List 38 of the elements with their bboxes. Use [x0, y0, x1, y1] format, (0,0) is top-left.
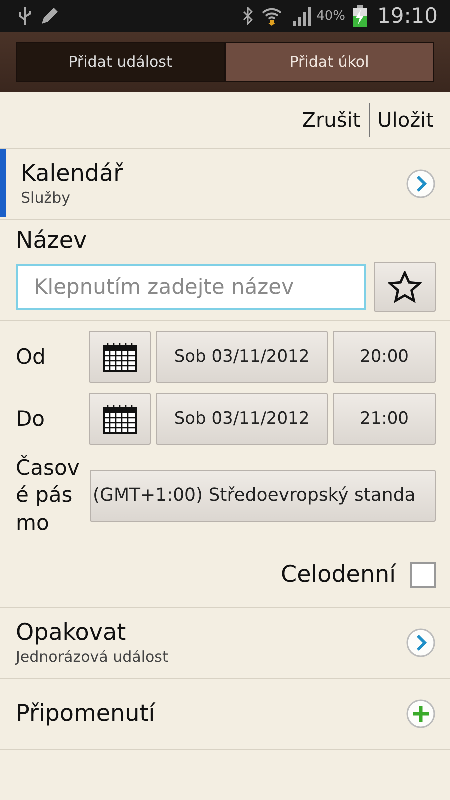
action-button[interactable]: Zrušit [294, 108, 369, 132]
calendar-icon [103, 342, 137, 372]
all-day-checkbox[interactable] [410, 562, 436, 588]
chevron-right-icon[interactable] [406, 169, 436, 199]
time-label: Od [16, 345, 47, 369]
calendar-label: Kalendář [21, 161, 124, 187]
favorite-button[interactable] [374, 262, 436, 312]
battery-charging-icon [353, 5, 368, 27]
time-label: Do [16, 407, 46, 431]
signal-icon [290, 6, 313, 26]
time-button[interactable]: 20:00 [333, 331, 436, 383]
timezone-label: Časové pásmo [16, 455, 81, 537]
action-button[interactable]: Uložit [370, 108, 442, 132]
battery-percent: 40% [316, 8, 346, 24]
all-day-label: Celodenní [281, 562, 396, 588]
usb-icon [18, 6, 32, 26]
date-button[interactable]: Sob 03/11/2012 [156, 393, 328, 445]
row-title: Připomenutí [16, 700, 156, 727]
tab[interactable]: Přidat událost [16, 42, 225, 82]
clock: 19:10 [377, 4, 438, 28]
add-icon[interactable] [406, 698, 436, 729]
pencil-icon [40, 6, 60, 26]
wifi-icon [260, 6, 283, 26]
calendar-button[interactable] [89, 331, 151, 383]
chevron-right-icon[interactable] [406, 628, 436, 658]
date-button[interactable]: Sob 03/11/2012 [156, 331, 328, 383]
name-input-field[interactable]: Klepnutím zadejte název [16, 264, 366, 310]
calendar-button[interactable] [89, 393, 151, 445]
row-title: Opakovat [16, 620, 128, 646]
time-button[interactable]: 21:00 [333, 393, 436, 445]
tab[interactable]: Přidat úkol [225, 42, 434, 82]
calendar-value: Služby [21, 189, 72, 207]
calendar-icon [103, 404, 137, 434]
timezone-button[interactable]: (GMT+1:00) Středoevropský standa [90, 470, 436, 522]
name-label: Název [16, 228, 88, 254]
bluetooth-icon [242, 7, 253, 25]
row-value: Jednorázová událost [16, 648, 170, 666]
star-icon [388, 271, 422, 303]
